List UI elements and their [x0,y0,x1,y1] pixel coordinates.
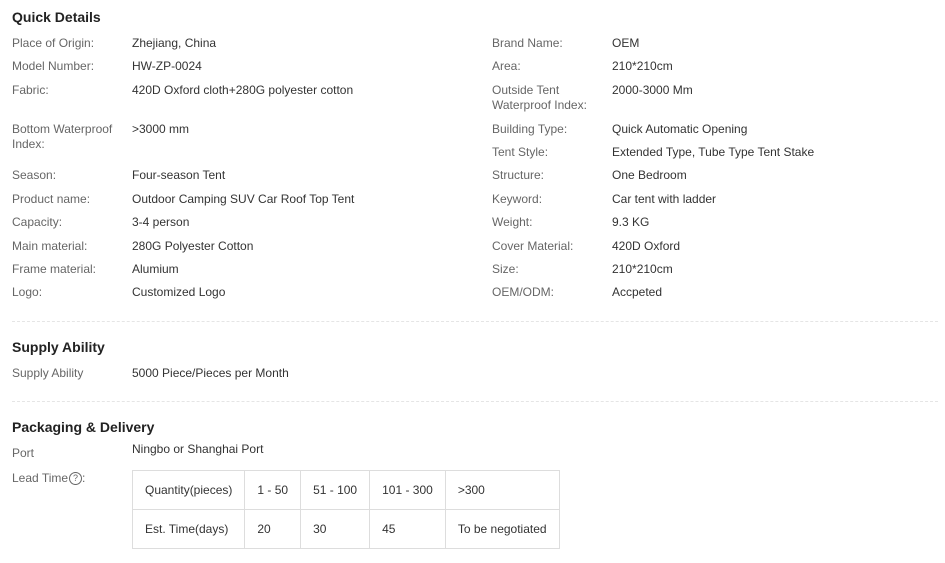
quantity-range-cell: 101 - 300 [369,470,446,510]
area-value: 210*210cm [612,59,673,73]
section-divider [12,401,938,402]
packaging-delivery-title: Packaging & Delivery [12,419,155,435]
size-label: Size: [492,262,519,276]
area-label: Area: [492,59,521,73]
est-time-cell: 30 [300,509,371,549]
building-type-label: Building Type: [492,122,568,136]
tent-style-label: Tent Style: [492,145,549,159]
frame-material-value: Alumium [132,262,179,276]
weight-value: 9.3 KG [612,215,650,229]
bottom-waterproof-index-label: Bottom Waterproof Index: [12,122,113,151]
port-value: Ningbo or Shanghai Port [132,442,264,456]
season-label: Season: [12,168,57,182]
supply-ability-value: 5000 Piece/Pieces per Month [132,366,289,380]
weight-label: Weight: [492,215,533,229]
help-icon[interactable]: ? [69,472,83,486]
place-of-origin-value: Zhejiang, China [132,36,217,50]
logo-label: Logo: [12,285,43,299]
main-material-value: 280G Polyester Cotton [132,239,254,253]
size-value: 210*210cm [612,262,673,276]
logo-value: Customized Logo [132,285,226,299]
capacity-label: Capacity: [12,215,63,229]
model-number-value: HW-ZP-0024 [132,59,202,73]
est-time-cell: 45 [369,509,446,549]
quantity-header-cell: Quantity(pieces) [131,470,246,510]
keyword-label: Keyword: [492,192,543,206]
building-type-value: Quick Automatic Opening [612,122,748,136]
oem-odm-label: OEM/ODM: [492,285,554,299]
capacity-value: 3-4 person [132,215,190,229]
section-divider [12,321,938,322]
est-time-header-cell: Est. Time(days) [131,509,246,549]
model-number-label: Model Number: [12,59,95,73]
keyword-value: Car tent with ladder [612,192,717,206]
est-time-cell: 20 [244,509,302,549]
cover-material-value: 420D Oxford [612,239,681,253]
supply-ability-title: Supply Ability [12,339,105,355]
tent-style-value: Extended Type, Tube Type Tent Stake [612,145,815,159]
product-name-label: Product name: [12,192,91,206]
outside-tent-waterproof-index-value: 2000-3000 Mm [612,83,693,97]
quick-details-title: Quick Details [12,9,101,25]
season-value: Four-season Tent [132,168,226,182]
product-name-value: Outdoor Camping SUV Car Roof Top Tent [132,192,355,206]
lead-time-table: Quantity(pieces) 1 - 50 51 - 100 101 - 3… [131,470,560,549]
est-time-cell: To be negotiated [444,509,560,549]
place-of-origin-label: Place of Origin: [12,36,95,50]
table-row: Quantity(pieces) 1 - 50 51 - 100 101 - 3… [131,470,560,510]
oem-odm-value: Accpeted [612,285,663,299]
brand-name-label: Brand Name: [492,36,563,50]
fabric-label: Fabric: [12,83,49,97]
lead-time-label: Lead Time [12,471,69,485]
structure-value: One Bedroom [612,168,687,182]
fabric-value: 420D Oxford cloth+280G polyester cotton [132,83,354,97]
lead-time-colon: : [82,471,86,485]
quantity-range-cell: 1 - 50 [244,470,302,510]
outside-tent-waterproof-index-label: Outside Tent Waterproof Index: [492,83,587,112]
lead-time-label-group: Lead Time?: [12,471,124,486]
main-material-label: Main material: [12,239,88,253]
structure-label: Structure: [492,168,545,182]
frame-material-label: Frame material: [12,262,97,276]
supply-ability-label: Supply Ability [12,366,84,380]
port-label: Port [12,446,35,460]
table-row: Est. Time(days) 20 30 45 To be negotiate… [131,509,560,549]
cover-material-label: Cover Material: [492,239,574,253]
quantity-range-cell: 51 - 100 [300,470,371,510]
quantity-range-cell: >300 [444,470,560,510]
bottom-waterproof-index-value: >3000 mm [132,122,190,136]
brand-name-value: OEM [612,36,640,50]
